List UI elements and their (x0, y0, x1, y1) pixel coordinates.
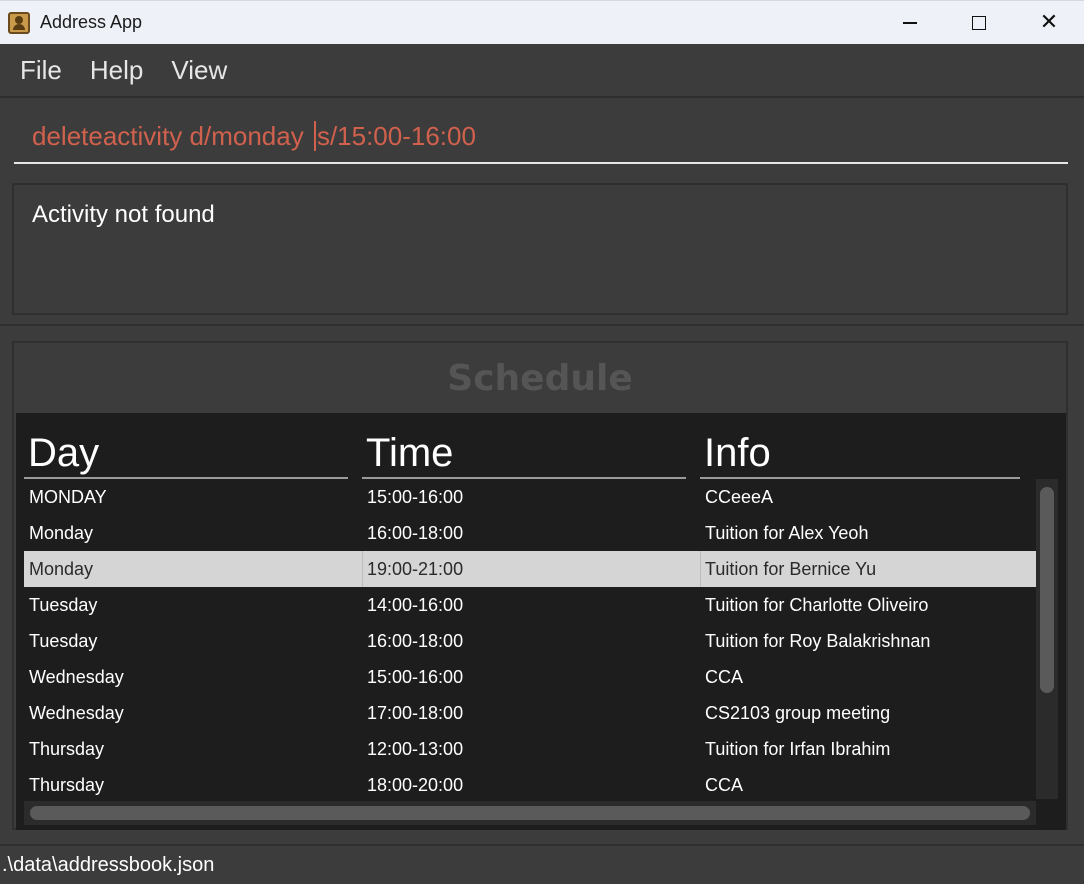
column-header-time[interactable]: Time (362, 427, 686, 479)
cell-info: Tuition for Roy Balakrishnan (705, 631, 931, 651)
cell-day: Wednesday (29, 703, 124, 723)
menu-view[interactable]: View (171, 55, 227, 86)
cell-day: Wednesday (29, 667, 124, 687)
menu-help[interactable]: Help (90, 55, 143, 86)
column-separator (362, 551, 363, 587)
table-row[interactable]: MONDAY 15:00-16:00 CCeeeA (24, 479, 1036, 515)
schedule-title: Schedule (447, 357, 633, 399)
cell-day: MONDAY (29, 487, 107, 507)
table-row[interactable]: Tuesday 14:00-16:00 Tuition for Charlotte … (24, 587, 1036, 623)
minimize-button[interactable] (875, 1, 945, 45)
cell-time: 16:00-18:00 (367, 631, 464, 651)
cell-info: CCA (705, 775, 744, 795)
horizontal-scroll-thumb[interactable] (30, 806, 1030, 820)
menu-file[interactable]: File (20, 55, 62, 86)
result-display-panel: Activity not found (0, 174, 1084, 326)
table-row[interactable]: Thursday 18:00-20:00 CCA (24, 767, 1036, 801)
text-caret (313, 121, 316, 151)
cell-day: Thursday (29, 739, 105, 759)
horizontal-scrollbar[interactable] (24, 801, 1036, 825)
table-row[interactable]: Thursday 12:00-13:00 Tuition for Irfan Ibr… (24, 731, 1036, 767)
table-row[interactable]: Tuesday 16:00-18:00 Tuition for Roy Balakr… (24, 623, 1036, 659)
table-row[interactable]: Monday 16:00-18:00 Tuition for Alex Yeoh (24, 515, 1036, 551)
column-header-day[interactable]: Day (24, 427, 348, 479)
table-row[interactable]: Monday 19:00-21:00 Tuition for Bernice Yu (24, 551, 1036, 587)
column-separator (700, 551, 701, 587)
cell-time: 16:00-18:00 (367, 523, 464, 543)
command-text-after-caret: s/15:00-16:00 (316, 120, 476, 151)
cell-info: Tuition for Charlotte Oliveiro (705, 595, 929, 615)
cell-day: Tuesday (29, 595, 98, 615)
result-display[interactable]: Activity not found (12, 183, 1068, 315)
schedule-table: Day Time Info MONDAY 15:00-16:00 CCeeeA Mon… (16, 413, 1066, 830)
title-bar[interactable]: Address App ✕ (0, 0, 1084, 44)
maximize-icon (972, 16, 986, 30)
command-text-before-caret: deleteactivity d/monday (32, 120, 311, 151)
cell-time: 18:00-20:00 (367, 775, 464, 795)
cell-info: Tuition for Alex Yeoh (705, 523, 869, 543)
cell-day: Thursday (29, 775, 105, 795)
window-title: Address App (40, 12, 143, 32)
vertical-scroll-thumb[interactable] (1040, 487, 1054, 693)
minimize-icon (903, 22, 917, 24)
table-row[interactable]: Wednesday 15:00-16:00 CCA (24, 659, 1036, 695)
cell-day: Monday (29, 523, 94, 543)
vertical-scrollbar[interactable] (1036, 479, 1058, 799)
table-row[interactable]: Wednesday 17:00-18:00 CS2103 group meeting (24, 695, 1036, 731)
close-icon: ✕ (1039, 10, 1059, 35)
cell-info: CCA (705, 667, 744, 687)
result-message: Activity not found (32, 201, 215, 228)
cell-time: 14:00-16:00 (367, 595, 464, 615)
cell-info: Tuition for Irfan Ibrahim (705, 739, 891, 759)
cell-time: 12:00-13:00 (367, 739, 464, 759)
schedule-rows: MONDAY 15:00-16:00 CCeeeA Monday 16:00-18:00… (24, 479, 1036, 801)
cell-time: 17:00-18:00 (367, 703, 464, 723)
cell-info: Tuition for Bernice Yu (705, 559, 877, 579)
command-input[interactable]: deleteactivity d/monday s/15:00-16:00 (14, 110, 1068, 164)
close-button[interactable]: ✕ (1014, 1, 1084, 45)
cell-day: Tuesday (29, 631, 98, 651)
command-box: deleteactivity d/monday s/15:00-16:00 (0, 98, 1084, 174)
cell-time: 19:00-21:00 (367, 559, 464, 579)
cell-info: CS2103 group meeting (705, 703, 891, 723)
address-book-icon (8, 11, 30, 34)
schedule-panel: Schedule Day Time Info MONDAY 15:00-16:00… (12, 341, 1068, 830)
column-header-info[interactable]: Info (700, 427, 1020, 479)
maximize-button[interactable] (944, 1, 1014, 45)
cell-day: Monday (29, 559, 94, 579)
cell-info: CCeeeA (705, 487, 774, 507)
status-bar: .\data\addressbook.json (0, 844, 1084, 884)
cell-time: 15:00-16:00 (367, 487, 464, 507)
save-location: .\data\addressbook.json (2, 853, 215, 876)
menu-bar: File Help View (0, 44, 1084, 98)
cell-time: 15:00-16:00 (367, 667, 464, 687)
